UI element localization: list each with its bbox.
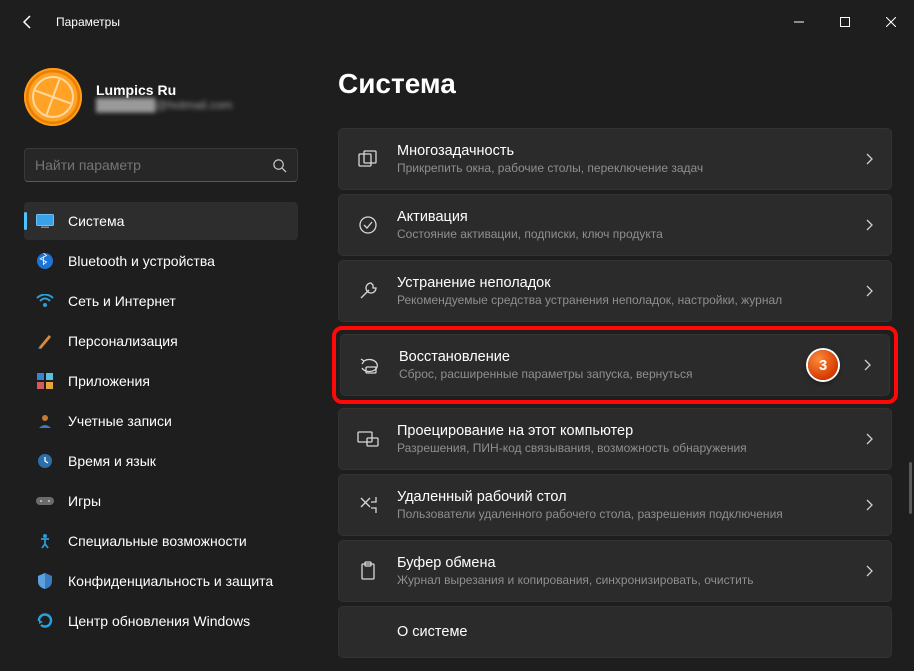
chevron-right-icon [865, 433, 873, 445]
chevron-right-icon [865, 565, 873, 577]
titlebar: Параметры [0, 0, 914, 44]
accessibility-icon [36, 532, 54, 550]
setting-clipboard[interactable]: Буфер обмена Журнал вырезания и копирова… [338, 540, 892, 602]
shield-icon [36, 572, 54, 590]
sidebar-item-apps[interactable]: Приложения [24, 362, 298, 400]
scrollbar-thumb[interactable] [909, 462, 912, 514]
main-pane: Система Многозадачность Прикрепить окна,… [310, 44, 914, 671]
setting-remote-desktop[interactable]: Удаленный рабочий стол Пользователи удал… [338, 474, 892, 536]
sidebar-item-time-language[interactable]: Время и язык [24, 442, 298, 480]
user-email: ███████@hotmail.com [96, 98, 232, 112]
sidebar-item-privacy[interactable]: Конфиденциальность и защита [24, 562, 298, 600]
setting-activation[interactable]: Активация Состояние активации, подписки,… [338, 194, 892, 256]
clipboard-icon [357, 560, 379, 582]
chevron-right-icon [865, 285, 873, 297]
search-icon [272, 158, 287, 173]
annotation-highlight: Восстановление Сброс, расширенные параме… [332, 326, 898, 404]
sidebar-item-accessibility[interactable]: Специальные возможности [24, 522, 298, 560]
recovery-icon [359, 354, 381, 376]
apps-icon [36, 372, 54, 390]
sidebar-item-label: Система [68, 213, 124, 229]
setting-desc: Пользователи удаленного рабочего стола, … [397, 507, 847, 521]
sidebar-item-label: Bluetooth и устройства [68, 253, 215, 269]
sidebar-item-label: Специальные возможности [68, 533, 247, 549]
search-field[interactable] [24, 148, 298, 182]
setting-title: Проецирование на этот компьютер [397, 423, 847, 439]
account-block[interactable]: Lumpics Ru ███████@hotmail.com [24, 68, 298, 126]
system-icon [36, 212, 54, 230]
sidebar-item-label: Персонализация [68, 333, 178, 349]
clock-icon [36, 452, 54, 470]
setting-about[interactable]: О системе [338, 606, 892, 658]
setting-title: О системе [397, 624, 855, 640]
sidebar-item-label: Игры [68, 493, 101, 509]
setting-title: Восстановление [399, 349, 845, 365]
brush-icon [36, 332, 54, 350]
user-info: Lumpics Ru ███████@hotmail.com [96, 82, 232, 112]
setting-title: Активация [397, 209, 847, 225]
maximize-button[interactable] [822, 6, 868, 38]
accounts-icon [36, 412, 54, 430]
bluetooth-icon [36, 252, 54, 270]
sidebar-item-bluetooth[interactable]: Bluetooth и устройства [24, 242, 298, 280]
setting-desc: Журнал вырезания и копирования, синхрони… [397, 573, 847, 587]
user-name: Lumpics Ru [96, 82, 232, 98]
info-icon [357, 621, 379, 643]
avatar [24, 68, 82, 126]
setting-title: Устранение неполадок [397, 275, 847, 291]
close-button[interactable] [868, 6, 914, 38]
minimize-button[interactable] [776, 6, 822, 38]
setting-title: Многозадачность [397, 143, 847, 159]
sidebar: Lumpics Ru ███████@hotmail.com Система B… [0, 44, 310, 671]
setting-desc: Сброс, расширенные параметры запуска, ве… [399, 367, 845, 381]
setting-troubleshoot[interactable]: Устранение неполадок Рекомендуемые средс… [338, 260, 892, 322]
setting-title: Удаленный рабочий стол [397, 489, 847, 505]
setting-desc: Разрешения, ПИН-код связывания, возможно… [397, 441, 847, 455]
chevron-right-icon [865, 153, 873, 165]
page-title: Система [338, 68, 892, 100]
sidebar-item-windows-update[interactable]: Центр обновления Windows [24, 602, 298, 640]
setting-desc: Рекомендуемые средства устранения непола… [397, 293, 847, 307]
chevron-right-icon [863, 359, 871, 371]
sidebar-item-label: Сеть и Интернет [68, 293, 176, 309]
sidebar-item-network[interactable]: Сеть и Интернет [24, 282, 298, 320]
window-title: Параметры [56, 15, 120, 29]
sidebar-item-label: Приложения [68, 373, 150, 389]
window-controls [776, 6, 914, 38]
sidebar-item-gaming[interactable]: Игры [24, 482, 298, 520]
step-badge: 3 [808, 350, 838, 380]
sidebar-item-label: Время и язык [68, 453, 156, 469]
chevron-right-icon [865, 499, 873, 511]
sidebar-item-label: Центр обновления Windows [68, 613, 250, 629]
sidebar-item-personalization[interactable]: Персонализация [24, 322, 298, 360]
chevron-right-icon [865, 219, 873, 231]
multitasking-icon [357, 148, 379, 170]
remote-icon [357, 494, 379, 516]
setting-desc: Прикрепить окна, рабочие столы, переключ… [397, 161, 847, 175]
back-button[interactable] [16, 10, 40, 34]
activation-icon [357, 214, 379, 236]
setting-multitasking[interactable]: Многозадачность Прикрепить окна, рабочие… [338, 128, 892, 190]
sidebar-item-accounts[interactable]: Учетные записи [24, 402, 298, 440]
sidebar-item-label: Учетные записи [68, 413, 172, 429]
search-input[interactable] [35, 157, 272, 173]
wrench-icon [357, 280, 379, 302]
setting-title: Буфер обмена [397, 555, 847, 571]
wifi-icon [36, 292, 54, 310]
setting-projecting[interactable]: Проецирование на этот компьютер Разрешен… [338, 408, 892, 470]
sidebar-item-system[interactable]: Система [24, 202, 298, 240]
projecting-icon [357, 428, 379, 450]
setting-desc: Состояние активации, подписки, ключ прод… [397, 227, 847, 241]
sidebar-item-label: Конфиденциальность и защита [68, 573, 273, 589]
gamepad-icon [36, 492, 54, 510]
update-icon [36, 612, 54, 630]
